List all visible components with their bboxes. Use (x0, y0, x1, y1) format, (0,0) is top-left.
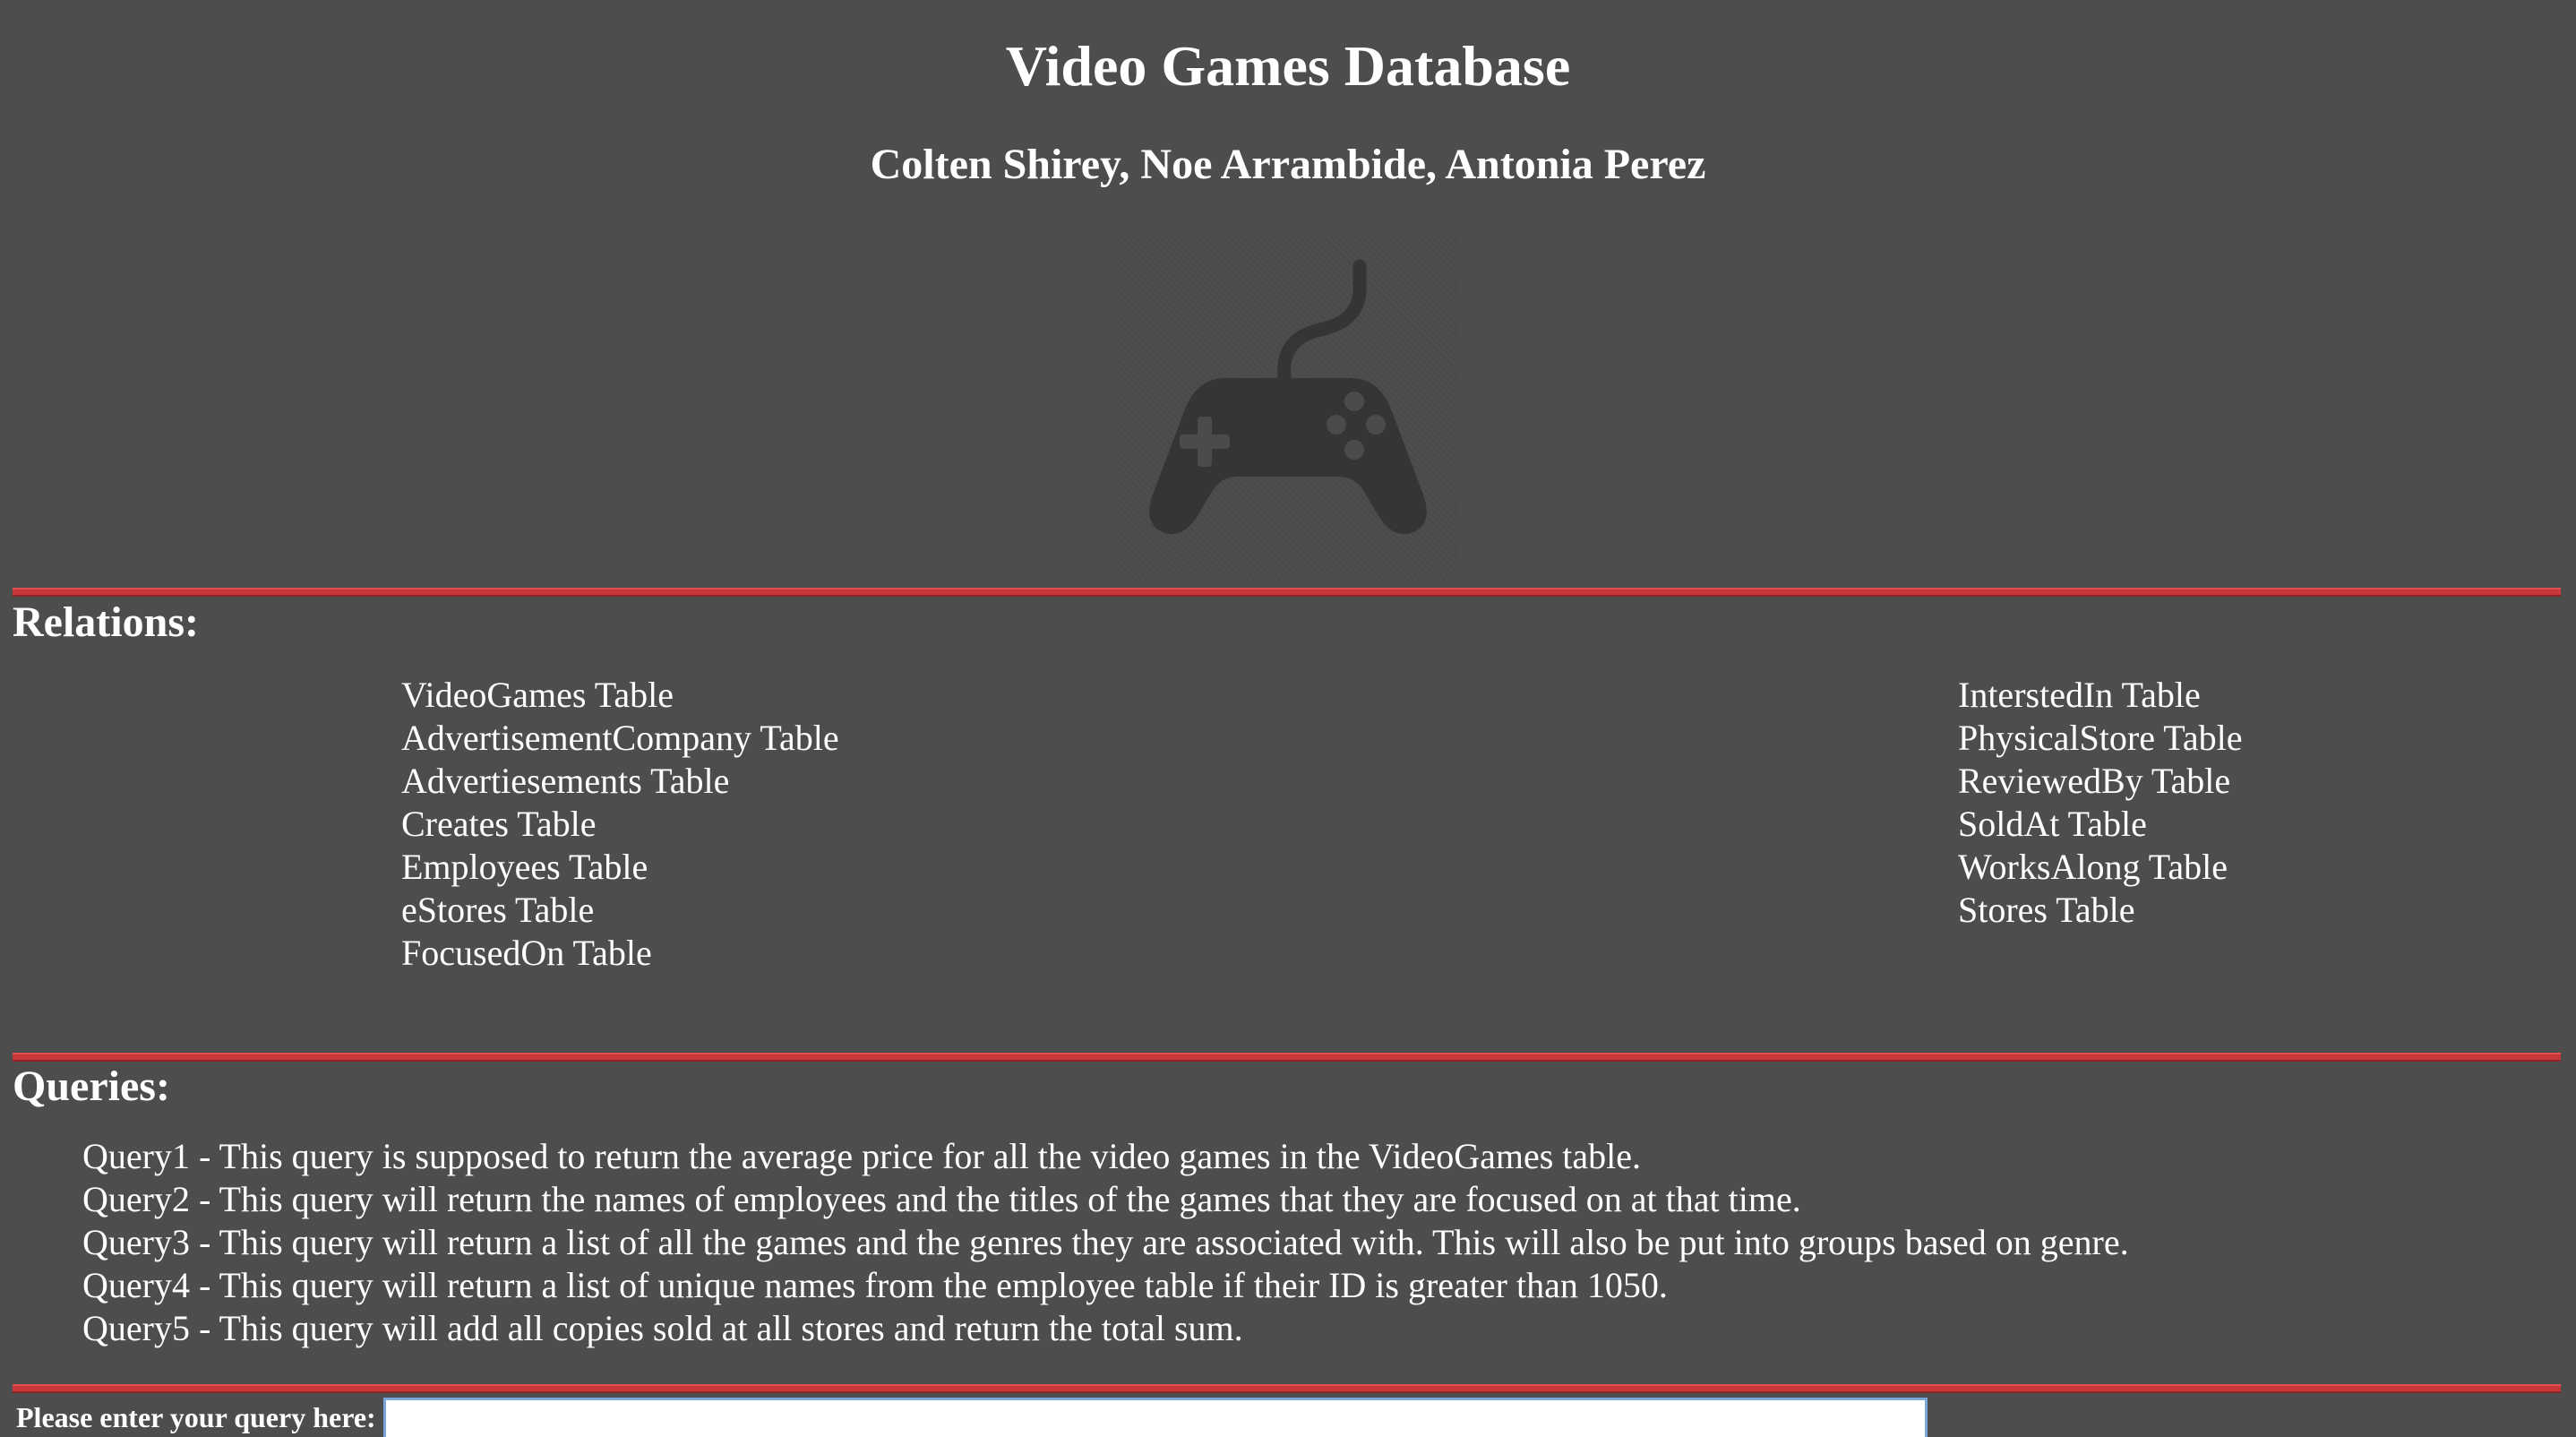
divider (13, 1053, 2561, 1062)
relation-item: Creates Table (401, 804, 597, 844)
relation-item: VideoGames Table (401, 675, 674, 715)
query-input-label: Please enter your query here: (16, 1401, 376, 1433)
query-description: Query4 - This query will return a list o… (82, 1265, 1668, 1305)
divider (13, 588, 2561, 597)
relations-list-right: InterstedIn Table PhysicalStore Table Re… (1958, 674, 2243, 932)
queries-list: Query1 - This query is supposed to retur… (82, 1135, 2129, 1350)
relation-item: Stores Table (1958, 890, 2135, 930)
relation-item: Employees Table (401, 847, 648, 887)
query-description: Query3 - This query will return a list o… (82, 1222, 2129, 1262)
relation-item: Advertiesements Table (401, 761, 730, 801)
relations-list-left: VideoGames Table AdvertisementCompany Ta… (401, 674, 839, 975)
gamepad-icon (1149, 259, 1427, 535)
relation-item: PhysicalStore Table (1958, 718, 2243, 758)
query-description: Query2 - This query will return the name… (82, 1179, 1801, 1219)
relation-item: ReviewedBy Table (1958, 761, 2231, 801)
relation-item: AdvertisementCompany Table (401, 718, 839, 758)
relation-item: WorksAlong Table (1958, 847, 2228, 887)
query-description: Query5 - This query will add all copies … (82, 1308, 1243, 1348)
gamepad-logo (1118, 235, 1458, 580)
queries-heading: Queries: (13, 1063, 170, 1110)
page-title: Video Games Database (1005, 34, 1571, 98)
relations-heading: Relations: (13, 598, 199, 646)
query-input[interactable] (382, 1398, 1928, 1437)
query-form: Please enter your query here: (16, 1398, 1928, 1437)
relation-item: SoldAt Table (1958, 804, 2147, 844)
relation-item: InterstedIn Table (1958, 675, 2201, 715)
relation-item: FocusedOn Table (401, 933, 652, 973)
relation-item: eStores Table (401, 890, 595, 930)
divider (13, 1384, 2561, 1393)
authors-subtitle: Colten Shirey, Noe Arrambide, Antonia Pe… (870, 141, 1706, 188)
page: Video Games Database Colten Shirey, Noe … (0, 0, 2576, 1437)
query-description: Query1 - This query is supposed to retur… (82, 1136, 1642, 1176)
